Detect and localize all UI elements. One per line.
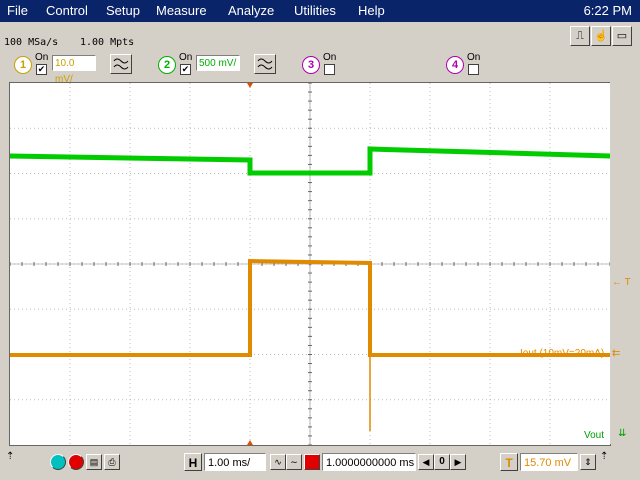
delay-marker-icon[interactable] bbox=[304, 454, 320, 470]
timebase-fine-icon[interactable]: ∼ bbox=[286, 454, 302, 470]
timebase-field[interactable]: 1.00 ms/ bbox=[204, 453, 266, 471]
vout-label: Vout bbox=[584, 430, 605, 441]
scroll-right-arrow-icon[interactable]: ⇡ bbox=[600, 451, 608, 462]
menu-utilities[interactable]: Utilities bbox=[294, 3, 336, 18]
bottom-bar: ⇡ ▤ ⎙ H 1.00 ms/ ∿ ∼ 1.0000000000 ms ◀ 0… bbox=[0, 448, 640, 480]
channel-bar: 1 On ✔ 10.0 mV/ 2 On ✔ 500 mV/ 3 On 4 On bbox=[0, 50, 640, 85]
trigger-level-up-down-icon[interactable]: ⇕ bbox=[580, 454, 596, 470]
acquisition-bar: 100 MSa/s 1.00 Mpts ⎍ ☝ ▭ bbox=[0, 22, 640, 50]
trigger-button[interactable]: T bbox=[500, 453, 518, 471]
waveform-svg bbox=[9, 82, 611, 446]
channel-4-checkbox[interactable] bbox=[468, 64, 479, 75]
menu-help[interactable]: Help bbox=[358, 3, 385, 18]
menu-file[interactable]: File bbox=[7, 3, 28, 18]
horizontal-button[interactable]: H bbox=[184, 453, 202, 471]
channel-3-on-label: On bbox=[323, 52, 337, 63]
iout-label: Iout (10mV=20mA) bbox=[520, 348, 605, 359]
channel-4-button[interactable]: 4 bbox=[446, 56, 464, 74]
channel-1-scale[interactable]: 10.0 mV/ bbox=[52, 55, 96, 85]
run-stop-icon[interactable] bbox=[68, 454, 84, 470]
print-icon[interactable]: ⎙ bbox=[104, 454, 120, 470]
delay-field[interactable]: 1.0000000000 ms bbox=[322, 453, 416, 471]
channel-1-ground-marker[interactable]: ⇇ bbox=[612, 348, 620, 359]
channel-1-coupling-icon[interactable] bbox=[110, 54, 132, 74]
memory-depth: 1.00 Mpts bbox=[80, 37, 135, 48]
menu-setup[interactable]: Setup bbox=[106, 3, 140, 18]
channel-1-checkbox[interactable]: ✔ bbox=[36, 64, 47, 75]
delay-marker-top bbox=[247, 83, 253, 88]
channel-2-ground-marker[interactable]: ⇊ bbox=[618, 428, 626, 439]
clock: 6:22 PM bbox=[583, 3, 632, 18]
channel-1-on-label: On bbox=[35, 52, 49, 63]
channel-4-on-label: On bbox=[467, 52, 481, 63]
channel-1-button[interactable]: 1 bbox=[14, 56, 32, 74]
timebase-coarse-icon[interactable]: ∿ bbox=[270, 454, 286, 470]
pulse-icon[interactable]: ⎍ bbox=[570, 26, 590, 46]
delay-marker-bottom bbox=[247, 440, 253, 445]
menu-control[interactable]: Control bbox=[46, 3, 88, 18]
marker-panel: ← T ⇇ ⇊ bbox=[610, 82, 640, 444]
window-icon[interactable]: ▭ bbox=[612, 26, 632, 46]
delay-left-icon[interactable]: ◀ bbox=[418, 454, 434, 470]
menu-analyze[interactable]: Analyze bbox=[228, 3, 274, 18]
menu-measure[interactable]: Measure bbox=[156, 3, 207, 18]
sample-rate: 100 MSa/s bbox=[4, 37, 59, 48]
scroll-up-arrow-icon[interactable]: ⇡ bbox=[6, 451, 14, 462]
channel-2-checkbox[interactable]: ✔ bbox=[180, 64, 191, 75]
pointer-icon[interactable]: ☝ bbox=[591, 26, 611, 46]
channel-3-checkbox[interactable] bbox=[324, 64, 335, 75]
menu-bar: File Control Setup Measure Analyze Utili… bbox=[0, 0, 640, 22]
auto-scale-icon[interactable] bbox=[50, 454, 66, 470]
trigger-level-marker[interactable]: ← T bbox=[612, 277, 631, 288]
channel-2-coupling-icon[interactable] bbox=[254, 54, 276, 74]
channel-2-scale[interactable]: 500 mV/ bbox=[196, 55, 240, 71]
waveform-display[interactable] bbox=[9, 82, 611, 446]
delay-zero-button[interactable]: 0 bbox=[434, 454, 450, 470]
channel-3-button[interactable]: 3 bbox=[302, 56, 320, 74]
channel-2-on-label: On bbox=[179, 52, 193, 63]
trigger-level-field[interactable]: 15.70 mV bbox=[520, 453, 578, 471]
delay-right-icon[interactable]: ▶ bbox=[450, 454, 466, 470]
single-icon[interactable]: ▤ bbox=[86, 454, 102, 470]
channel-2-button[interactable]: 2 bbox=[158, 56, 176, 74]
